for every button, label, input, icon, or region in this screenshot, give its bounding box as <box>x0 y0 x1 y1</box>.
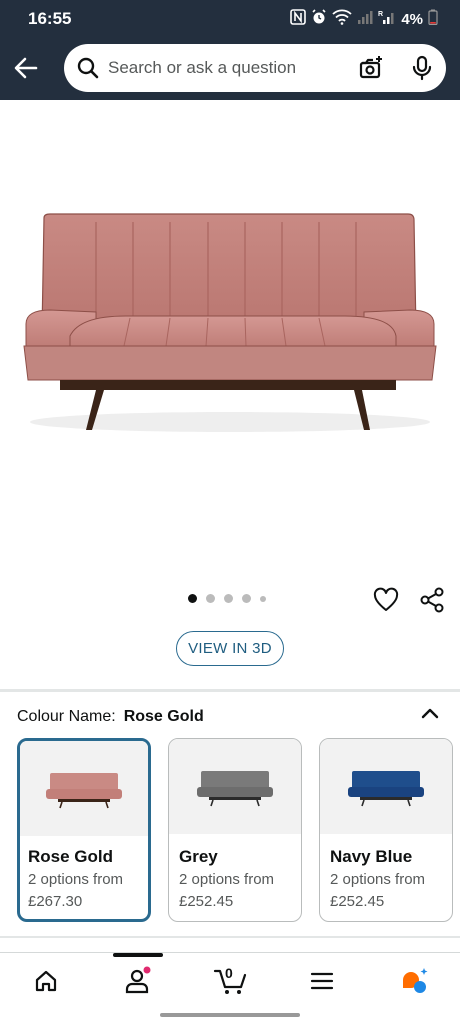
carousel-dot[interactable] <box>188 594 197 603</box>
app-header <box>0 38 460 100</box>
rufus-ai-icon[interactable] <box>392 963 436 999</box>
status-time: 16:55 <box>28 9 72 28</box>
colour-option-name: Rose Gold <box>28 847 114 866</box>
colour-option-navy-blue[interactable]: Navy Blue 2 options from £252.45 <box>319 738 453 922</box>
search-input[interactable] <box>108 54 338 82</box>
view-in-3d-button[interactable]: VIEW IN 3D <box>176 631 284 666</box>
bottom-navigation: 0 <box>0 952 460 1008</box>
battery-percent: 4% <box>401 10 423 28</box>
section-divider <box>0 689 460 692</box>
battery-icon <box>428 9 438 29</box>
colour-option-grey[interactable]: Grey 2 options from £252.45 <box>168 738 302 922</box>
colour-option-name: Grey <box>179 847 218 866</box>
chevron-up-icon[interactable] <box>418 703 442 728</box>
colour-option-price: £252.45 <box>179 893 234 910</box>
nfc-icon <box>290 9 307 29</box>
gesture-home-bar[interactable] <box>160 1013 300 1017</box>
share-icon[interactable] <box>418 586 446 619</box>
home-icon[interactable] <box>24 963 68 999</box>
cart-icon[interactable]: 0 <box>208 963 252 999</box>
carousel-dot[interactable] <box>242 594 251 603</box>
colour-option-count: 2 options from <box>28 871 124 888</box>
signal-icon <box>357 9 373 29</box>
signal-roaming-icon: R <box>378 9 396 29</box>
wifi-icon <box>332 9 352 29</box>
alarm-icon <box>311 9 327 29</box>
status-bar: 16:55 R 4% <box>0 0 460 38</box>
colour-option-price: £267.30 <box>28 893 83 910</box>
search-icon <box>76 56 100 85</box>
colour-name-row: Colour Name: Rose Gold <box>17 708 204 726</box>
colour-label: Colour Name: <box>17 708 116 725</box>
section-divider <box>0 936 460 938</box>
carousel-dot[interactable] <box>224 594 233 603</box>
camera-search-icon[interactable] <box>358 55 384 86</box>
carousel-dot[interactable] <box>206 594 215 603</box>
colour-option-price: £252.45 <box>330 893 385 910</box>
microphone-icon[interactable] <box>410 55 434 86</box>
svg-text:R: R <box>378 11 383 18</box>
status-icons: R 4% <box>290 9 438 29</box>
cart-count: 0 <box>225 965 233 981</box>
carousel-dot[interactable] <box>260 595 266 602</box>
account-icon[interactable] <box>116 963 160 999</box>
colour-option-count: 2 options from <box>179 871 275 888</box>
search-bar[interactable] <box>64 44 446 92</box>
colour-option-count: 2 options from <box>330 871 426 888</box>
grey-sofa-thumbnail <box>169 739 301 834</box>
sofa-bed-image[interactable] <box>0 100 460 580</box>
heart-icon[interactable] <box>372 586 400 619</box>
back-arrow-icon[interactable] <box>10 52 42 84</box>
menu-icon[interactable] <box>300 963 344 999</box>
rose-gold-sofa-thumbnail <box>20 741 148 836</box>
active-tab-indicator <box>113 953 163 957</box>
colour-selected-value: Rose Gold <box>123 708 204 725</box>
navy-blue-sofa-thumbnail <box>320 739 452 834</box>
colour-option-rose-gold[interactable]: Rose Gold 2 options from £267.30 <box>17 738 151 922</box>
colour-option-name: Navy Blue <box>330 847 413 866</box>
image-carousel-dots[interactable] <box>188 594 266 603</box>
